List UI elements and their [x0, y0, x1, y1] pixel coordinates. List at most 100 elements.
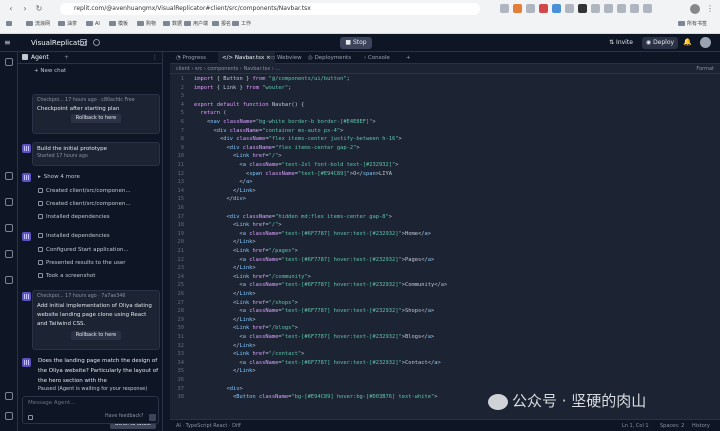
code-line[interactable]: <div className="hidden md:flex items-cen… — [194, 214, 392, 220]
code-line[interactable]: <nav className="bg-white border-b border… — [194, 119, 376, 125]
code-line[interactable]: <a className="text-[#6F7787] hover:text-… — [194, 282, 447, 288]
agent-rail-icon[interactable] — [5, 58, 13, 66]
code-line[interactable]: <Link href="/contact"> — [194, 351, 304, 357]
rollback-button[interactable]: Rollback to here — [71, 331, 121, 340]
reload-icon[interactable]: ↻ — [34, 4, 44, 14]
code-line[interactable]: <a className="text-[#6F7787] hover:text-… — [194, 231, 431, 237]
code-line[interactable]: <Link href="/"> — [194, 222, 282, 228]
rail-icon[interactable] — [5, 224, 13, 232]
extension-icon[interactable] — [617, 4, 626, 13]
deploy-button[interactable]: ◉ Deploy — [642, 37, 678, 49]
extension-icon[interactable] — [630, 4, 639, 13]
rail-icon[interactable] — [5, 412, 13, 420]
code-line[interactable]: <Link href="/shops"> — [194, 300, 298, 306]
add-tab-icon[interactable]: + — [402, 52, 415, 64]
bookmark-item[interactable]: 模板 — [109, 19, 128, 29]
indent-setting[interactable]: Spaces: 2 — [660, 420, 684, 431]
add-tab-icon[interactable]: + — [64, 52, 69, 64]
tab-deployments[interactable]: ◎ Deployments — [304, 52, 355, 64]
code-line[interactable]: </Link> — [194, 239, 256, 245]
user-avatar[interactable] — [700, 37, 711, 48]
code-line[interactable]: <Link href="/pages"> — [194, 248, 298, 254]
message-input[interactable]: Message Agent... — [28, 400, 75, 406]
code-line[interactable]: <Link href="/blogs"> — [194, 325, 298, 331]
forward-icon[interactable]: › — [20, 4, 30, 14]
code-line[interactable]: </Link> — [194, 343, 256, 349]
code-line[interactable]: return ( — [194, 110, 227, 116]
all-bookmarks[interactable]: 所有书签 — [678, 19, 707, 29]
activity-item[interactable]: Presented results to the user — [38, 260, 125, 266]
activity-item[interactable]: Installed dependencies — [38, 233, 110, 239]
code-line[interactable]: </Link> — [194, 265, 256, 271]
cursor-position[interactable]: Ln 1, Col 1 — [622, 420, 649, 431]
profile-avatar[interactable] — [690, 4, 700, 14]
code-line[interactable]: </Link> — [194, 368, 256, 374]
show-more-link[interactable]: ▸ Show 4 more — [38, 174, 80, 180]
bookmark-item[interactable]: 流浪网 — [26, 19, 50, 29]
code-line[interactable]: <div className="flex items-center justif… — [194, 136, 402, 142]
code-line[interactable]: <a className="text-[#6F7787] hover:text-… — [194, 308, 434, 314]
code-line[interactable]: </Link> — [194, 188, 256, 194]
bookmark-item[interactable]: 报名 — [212, 19, 231, 29]
code-area[interactable]: 1 import { Button } from "@/components/ui… — [170, 76, 720, 416]
format-button[interactable]: Format — [696, 64, 714, 74]
extension-icon[interactable] — [578, 4, 587, 13]
extension-icon[interactable] — [526, 4, 535, 13]
menu-icon[interactable]: ⋮ — [706, 4, 715, 13]
rail-icon[interactable] — [5, 250, 13, 258]
send-button[interactable] — [149, 414, 156, 421]
app-name[interactable]: VisualReplicator — [31, 37, 87, 49]
activity-item[interactable]: Created client/src/componen... — [38, 188, 131, 194]
bell-icon[interactable]: 🔔 — [683, 38, 692, 46]
bookmark-item[interactable]: 购物 — [137, 19, 156, 29]
more-icon[interactable]: ⋮ — [152, 52, 158, 64]
extension-icon[interactable] — [591, 4, 600, 13]
code-line[interactable]: <Link href="/community"> — [194, 274, 311, 280]
message-box[interactable]: Message Agent... Have feedback? — [22, 396, 159, 424]
activity-item[interactable]: Configured Start application... — [38, 247, 129, 253]
code-line[interactable]: </Link> — [194, 317, 256, 323]
code-line[interactable]: <div> — [194, 386, 242, 392]
code-line[interactable]: export default function Navbar() { — [194, 102, 304, 108]
agent-tab[interactable]: Agent — [31, 52, 49, 64]
code-line[interactable]: <a className="text-2xl font-bold text-[#… — [194, 162, 398, 168]
hamburger-icon[interactable]: ≡ — [4, 38, 13, 47]
code-line[interactable]: </a> — [194, 179, 252, 185]
tab-console[interactable]: › Console — [360, 52, 394, 64]
activity-item[interactable]: Installed dependencies — [38, 214, 110, 220]
code-line[interactable]: import { Button } from "@/components/ui/… — [194, 76, 350, 82]
bookmark-item[interactable]: 数据 — [163, 19, 182, 29]
invite-button[interactable]: ⇅ Invite — [604, 37, 638, 49]
attach-icon[interactable] — [28, 415, 33, 420]
activity-item[interactable]: Created client/src/componen... — [38, 201, 131, 207]
bookmark-item[interactable]: 油茶 — [58, 19, 77, 29]
extension-icon[interactable] — [513, 4, 522, 13]
code-line[interactable]: <Button className="bg-[#E94C89] hover:bg… — [194, 394, 438, 400]
search-icon[interactable] — [93, 39, 100, 46]
stop-button[interactable]: ■ Stop — [340, 37, 372, 49]
rollback-button[interactable]: Rollback to here — [71, 114, 121, 123]
code-line[interactable]: <div className="container mx-auto px-4"> — [194, 128, 343, 134]
back-icon[interactable]: ‹ — [6, 4, 16, 14]
code-line[interactable]: <Link href="/"> — [194, 153, 282, 159]
code-line[interactable]: import { Link } from "wouter"; — [194, 85, 291, 91]
extension-icon[interactable] — [565, 4, 574, 13]
bookmark-apps-icon[interactable] — [6, 19, 14, 29]
code-line[interactable]: </div> — [194, 196, 246, 202]
new-chat-button[interactable]: + New chat — [34, 68, 66, 74]
files-icon[interactable] — [80, 39, 87, 46]
code-line[interactable]: <div className="flex items-center gap-2"… — [194, 145, 359, 151]
extension-icon[interactable] — [500, 4, 509, 13]
code-line[interactable]: <a className="text-[#6F7787] hover:text-… — [194, 257, 434, 263]
bookmark-item[interactable]: 工作 — [232, 19, 251, 29]
bookmark-item[interactable]: 用户端 — [184, 19, 208, 29]
rail-icon[interactable] — [5, 172, 13, 180]
rail-icon[interactable] — [5, 198, 13, 206]
bookmark-item[interactable]: AI — [86, 19, 100, 29]
code-line[interactable]: </Link> — [194, 291, 256, 297]
extension-icon[interactable] — [643, 4, 652, 13]
code-line[interactable]: <a className="text-[#6F7787] hover:text-… — [194, 334, 434, 340]
feedback-link[interactable]: Have feedback? — [105, 414, 143, 419]
tab-webview[interactable]: ▭ Webview — [266, 52, 306, 64]
code-line[interactable]: <a className="text-[#6F7787] hover:text-… — [194, 360, 440, 366]
